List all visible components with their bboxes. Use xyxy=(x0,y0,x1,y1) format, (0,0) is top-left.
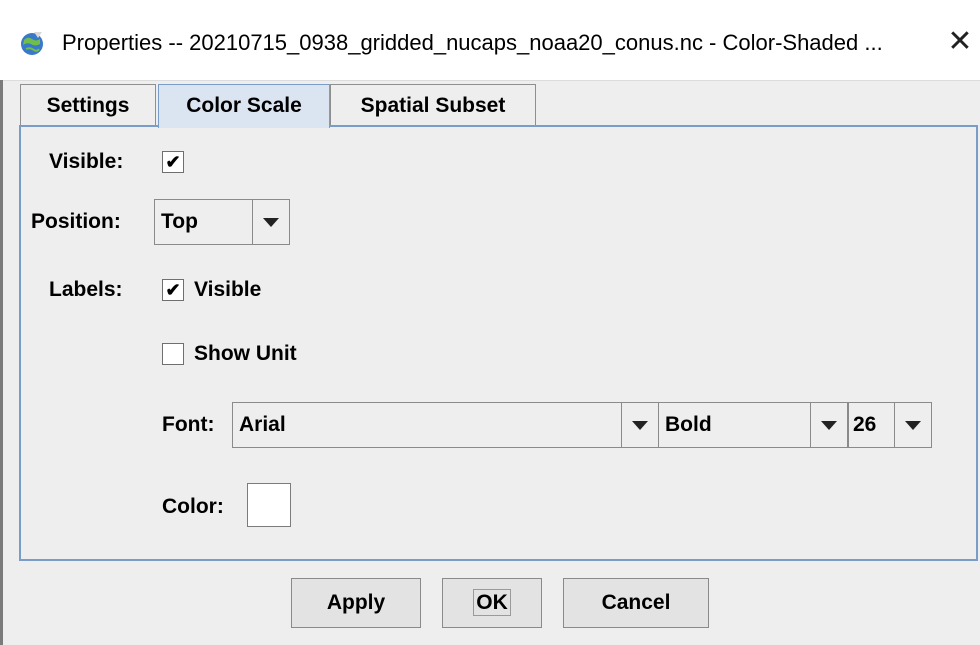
ok-button[interactable]: OK xyxy=(442,578,542,628)
labels-visible-checkbox[interactable]: ✔ xyxy=(162,279,184,301)
font-size-value: 26 xyxy=(853,413,877,436)
font-family-value: Arial xyxy=(239,413,286,436)
labels-visible-text[interactable]: Visible xyxy=(194,277,261,303)
position-label: Position: xyxy=(31,210,121,233)
apply-button[interactable]: Apply xyxy=(291,578,421,628)
tab-settings[interactable]: Settings xyxy=(20,84,156,126)
window-title: Properties -- 20210715_0938_gridded_nuca… xyxy=(62,30,883,55)
window-edge xyxy=(0,80,3,645)
chevron-down-icon[interactable] xyxy=(894,403,931,447)
font-size-dropdown[interactable]: 26 xyxy=(848,402,932,448)
chevron-down-icon[interactable] xyxy=(621,403,658,447)
visible-label: Visible: xyxy=(49,150,124,173)
chevron-down-icon[interactable] xyxy=(252,200,289,244)
close-icon[interactable]: ✕ xyxy=(940,22,980,62)
title-bar: Properties -- 20210715_0938_gridded_nuca… xyxy=(0,0,980,81)
tab-color-scale[interactable]: Color Scale xyxy=(158,84,330,128)
globe-icon xyxy=(21,32,43,55)
labels-label: Labels: xyxy=(49,278,123,301)
position-dropdown[interactable]: Top xyxy=(154,199,290,245)
visible-checkbox[interactable]: ✔ xyxy=(162,151,184,173)
cancel-button[interactable]: Cancel xyxy=(563,578,709,628)
show-unit-text[interactable]: Show Unit xyxy=(194,341,297,367)
tab-spatial-subset[interactable]: Spatial Subset xyxy=(330,84,536,126)
font-style-dropdown[interactable]: Bold xyxy=(658,402,848,448)
color-scale-panel: Visible: ✔ Position: Top Labels: ✔ Visib… xyxy=(19,125,978,561)
ok-button-label: OK xyxy=(473,589,511,616)
color-label: Color: xyxy=(162,495,224,518)
color-swatch[interactable] xyxy=(247,483,291,527)
position-value: Top xyxy=(161,210,198,233)
show-unit-checkbox[interactable] xyxy=(162,343,184,365)
font-label: Font: xyxy=(162,413,215,436)
chevron-down-icon[interactable] xyxy=(810,403,847,447)
font-family-dropdown[interactable]: Arial xyxy=(232,402,659,448)
font-style-value: Bold xyxy=(665,413,712,436)
